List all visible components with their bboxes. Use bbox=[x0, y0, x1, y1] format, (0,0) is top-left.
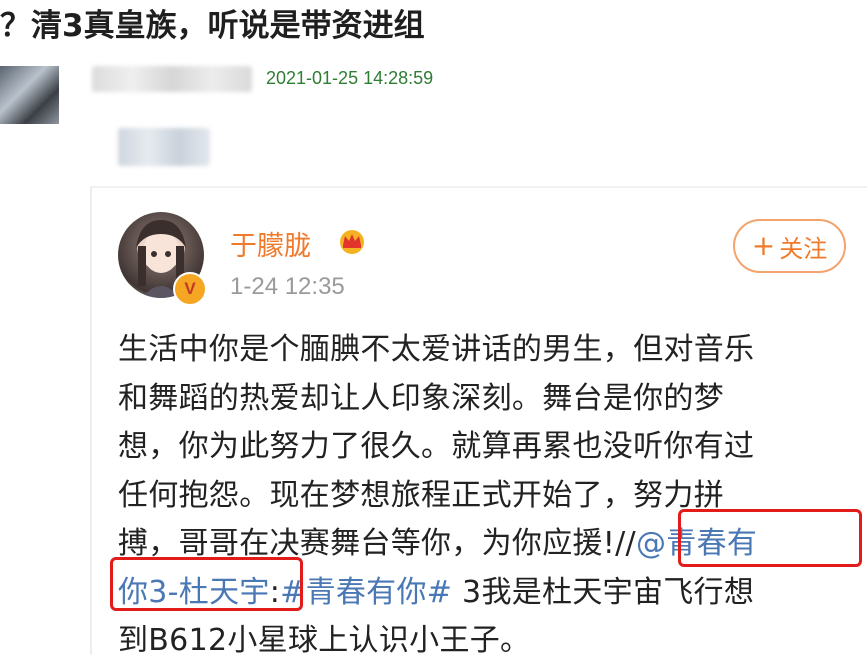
highlight-box-mention-end bbox=[110, 557, 303, 611]
plus-icon: + bbox=[751, 229, 776, 262]
content-line: 生活中你是个腼腆不太爱讲话的男生，但对音乐 bbox=[118, 332, 755, 367]
content-text: 搏，哥哥在决赛舞台等你，为你应援! bbox=[118, 526, 616, 561]
comment-timestamp: 2021-01-25 14:28:59 bbox=[266, 68, 434, 88]
follow-label: 关注 bbox=[779, 234, 828, 263]
blurred-comment-text bbox=[118, 128, 210, 166]
hashtag-link[interactable]: #青春有你# bbox=[280, 575, 452, 610]
post-content: 生活中你是个腼腆不太爱讲话的男生，但对音乐 和舞蹈的热爱却让人印象深刻。舞台是你… bbox=[118, 326, 858, 666]
blurred-commenter-name bbox=[92, 66, 252, 92]
verified-badge-icon: V bbox=[173, 272, 207, 306]
content-line: 想，你为此努力了很久。就算再累也没听你有过 bbox=[118, 429, 755, 464]
content-text: 3我是杜天宇宙飞行想 bbox=[452, 574, 755, 610]
commenter-avatar[interactable] bbox=[0, 66, 59, 124]
repost-slash: // bbox=[615, 526, 636, 561]
post-title: ？清3真皇族，听说是带资进组 bbox=[0, 8, 425, 44]
crown-icon bbox=[340, 230, 364, 254]
content-line: 和舞蹈的热爱却让人印象深刻。舞台是你的梦 bbox=[118, 380, 724, 416]
highlight-box-mention-start bbox=[678, 509, 862, 567]
post-time: 1-24 12:35 bbox=[230, 273, 345, 300]
content-line: 到B612小星球上认识小王子。 bbox=[118, 623, 531, 658]
poster-username[interactable]: 于朦胧 bbox=[230, 224, 311, 263]
follow-button[interactable]: + 关注 bbox=[733, 219, 846, 273]
